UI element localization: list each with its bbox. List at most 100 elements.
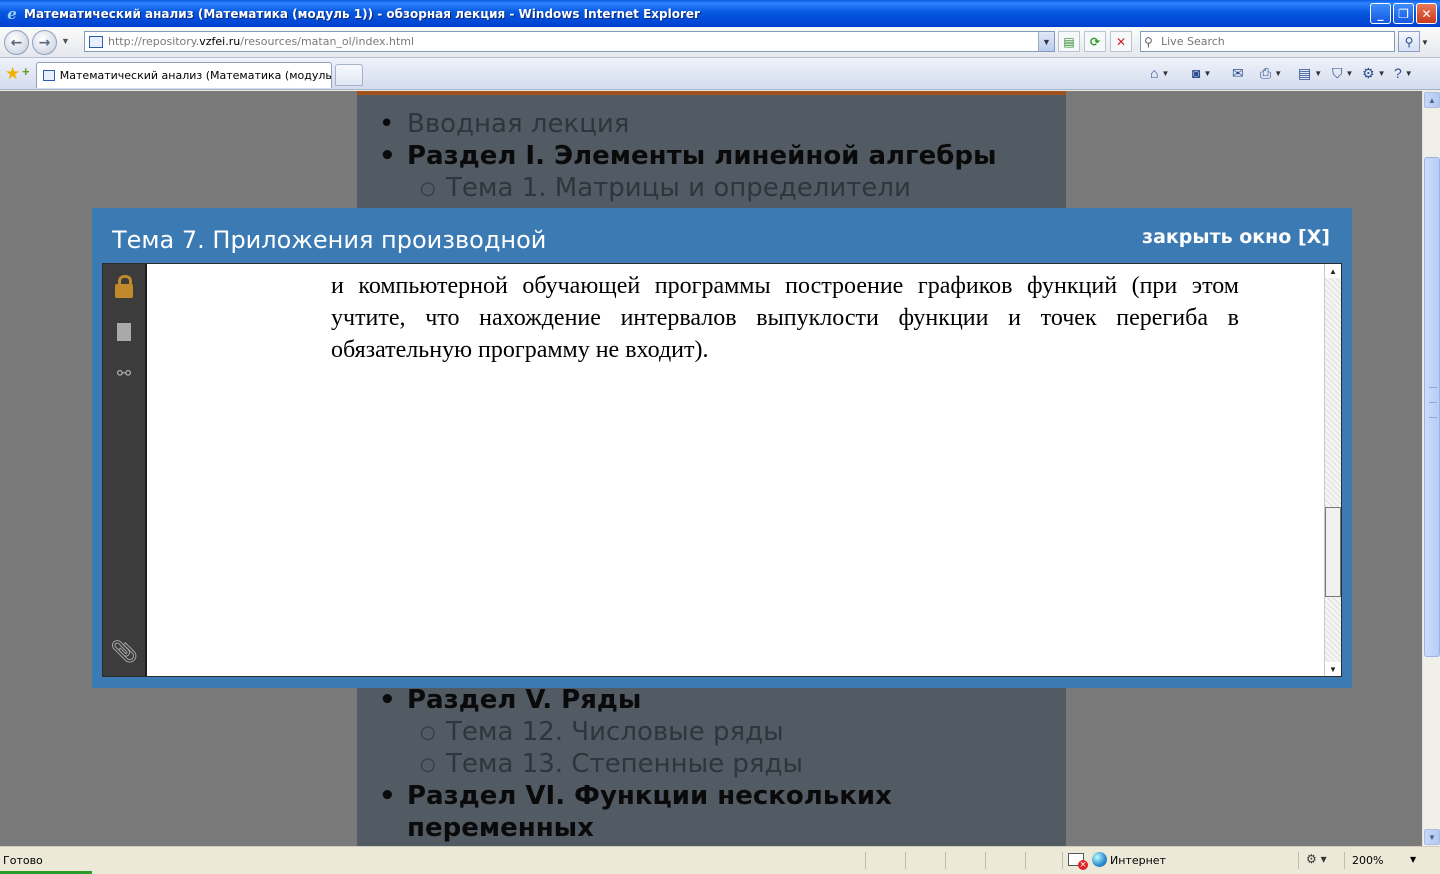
chevron-down-icon: ▼ [1345,68,1354,78]
refresh-icon[interactable]: ⟳ [1084,31,1106,52]
mail-icon: ✉ [1232,64,1244,81]
scroll-down-icon[interactable]: ▼ [1424,829,1440,845]
outline-label: Тема 12. Числовые ряды [446,717,784,747]
search-input[interactable] [1161,35,1381,48]
favorites-star-icon[interactable]: ★ [5,64,20,84]
internet-zone-icon [1092,852,1107,867]
stop-icon[interactable]: ✕ [1110,31,1132,52]
status-divider [865,852,866,869]
outline-label: Тема 1. Матрицы и определители [446,173,911,203]
window-title-bar[interactable]: e Математический анализ (Математика (мод… [0,0,1440,27]
tab-bar: ★ + Математический анализ (Математика (м… [0,58,1440,90]
back-button[interactable]: ← [4,30,29,55]
bullet-icon: • [379,685,396,715]
bullet-icon: ○ [420,178,436,199]
lecture-modal: Тема 7. Приложения производной закрыть о… [92,208,1352,688]
outline-section-link[interactable]: • Раздел V. Ряды [379,684,642,716]
search-options-dropdown-icon[interactable]: ▼ [1421,38,1429,47]
status-divider [1025,852,1026,869]
scroll-down-icon[interactable]: ▼ [1325,662,1341,676]
address-input[interactable]: http://repository.vzfei.ru/resources/mat… [84,31,1055,52]
header-divider [357,91,1066,95]
search-field[interactable]: ⚲ [1140,31,1395,52]
outline-topic-link[interactable]: ○ Тема 12. Числовые ряды [420,716,784,748]
outline-topic-link[interactable]: ○ Тема 1. Матрицы и определители [420,172,911,204]
pdf-page-text: и компьютерной обучающей программы постр… [331,264,1239,366]
bullet-icon: • [379,141,396,171]
url-prefix: http://repository. [108,35,200,48]
outline-section-link[interactable]: • Раздел VI. Функции нескольких [379,780,892,812]
popup-blocked-icon[interactable] [1068,853,1088,870]
page-icon [89,35,103,48]
scroll-up-icon[interactable]: ▲ [1424,92,1440,108]
outline-topic-link[interactable]: ○ Тема 13. Степенные ряды [420,748,804,780]
tab-page-icon [43,70,55,81]
window-controls: _ ❐ ✕ [1370,3,1437,24]
add-favorite-icon[interactable]: + [22,64,30,79]
pdf-scrollbar[interactable]: ▲ ▼ [1324,264,1341,676]
page-menu-icon: ▤ [1298,64,1312,81]
feeds-button[interactable]: ◙ ▼ [1192,62,1211,84]
outline-section-link[interactable]: • Раздел I. Элементы линейной алгебры [379,140,997,172]
search-go-button[interactable]: ⚲ [1398,31,1420,52]
address-dropdown-icon[interactable]: ▼ [1038,32,1054,51]
outline-label: Вводная лекция [407,109,630,139]
binoculars-icon[interactable]: ⚯ [112,362,136,386]
page-menu-button[interactable]: ▤ ▼ [1298,62,1322,84]
outline-label: Раздел VI. Функции нескольких [407,781,892,811]
status-divider [985,852,986,869]
browser-scroll-thumb[interactable] [1424,157,1440,658]
recent-pages-dropdown-icon[interactable]: ▼ [61,36,70,46]
maximize-button[interactable]: ❐ [1393,3,1414,24]
printer-icon: ⎙ [1260,64,1272,81]
home-button[interactable]: ⌂ ▼ [1150,62,1169,84]
home-icon: ⌂ [1150,65,1159,81]
scroll-up-icon[interactable]: ▲ [1325,264,1341,278]
url-text[interactable]: http://repository.vzfei.ru/resources/mat… [108,35,414,48]
compatibility-icon[interactable]: ▤ [1058,31,1080,52]
help-menu-button[interactable]: ? ▼ [1394,62,1413,84]
outline-label: Раздел I. Элементы линейной алгебры [407,141,997,171]
status-divider [1344,852,1345,869]
pdf-sidebar: ⚯ 📎︎ [103,264,147,676]
modal-title: Тема 7. Приложения производной [112,226,547,254]
pages-icon[interactable] [112,320,136,344]
tab-active[interactable]: Математический анализ (Математика (модул… [36,62,332,88]
zoom-dropdown-icon[interactable]: ▼ [1410,855,1416,864]
paperclip-icon[interactable]: 📎︎ [110,639,138,664]
chevron-down-icon: ▼ [1404,68,1413,78]
status-text: Готово [3,854,43,867]
browser-scrollbar[interactable]: ▲ ▼ [1422,91,1440,846]
tools-menu-button[interactable]: ⚙ ▼ [1362,62,1385,84]
security-zone-label[interactable]: Интернет [1110,854,1166,867]
status-divider [905,852,906,869]
zoom-level[interactable]: 200% [1352,854,1383,867]
pdf-text-line: обязательную программу не входит). [331,337,709,363]
minimize-button[interactable]: _ [1370,3,1391,24]
outline-label: Раздел V. Ряды [407,685,642,715]
outline-intro-link[interactable]: • Вводная лекция [379,108,630,140]
close-window-link[interactable]: закрыть окно [X] [1142,226,1330,248]
close-button[interactable]: ✕ [1416,3,1437,24]
new-tab-button[interactable] [335,64,363,86]
print-button[interactable]: ⎙ ▼ [1260,62,1282,84]
status-divider [1298,852,1299,869]
lock-icon[interactable] [112,275,136,300]
read-mail-button[interactable]: ✉ [1232,62,1244,84]
internet-explorer-icon: e [7,4,17,23]
pdf-text-line: и компьютерной обучающей программы постр… [331,273,1239,299]
thumb-grip [1429,402,1437,404]
live-search-icon: ⚲ [1144,34,1153,49]
outline-label: Тема 13. Степенные ряды [446,749,804,779]
pdf-scroll-thumb[interactable] [1325,507,1341,598]
chevron-down-icon: ▼ [1203,68,1212,78]
shield-icon: ⛉ [1332,64,1343,81]
forward-button[interactable]: → [32,30,57,55]
protected-mode-icon[interactable]: ⚙ ▾ [1306,852,1327,866]
address-toolbar: ← → ▼ http://repository.vzfei.ru/resourc… [0,27,1440,58]
outline-section-link[interactable]: переменных [407,812,594,844]
chevron-down-icon: ▼ [1314,68,1323,78]
bullet-icon: • [379,781,396,811]
safety-menu-button[interactable]: ⛉ ▼ [1332,62,1353,84]
pdf-viewer[interactable]: ⚯ 📎︎ и компьютерной обучающей программы … [102,263,1342,677]
